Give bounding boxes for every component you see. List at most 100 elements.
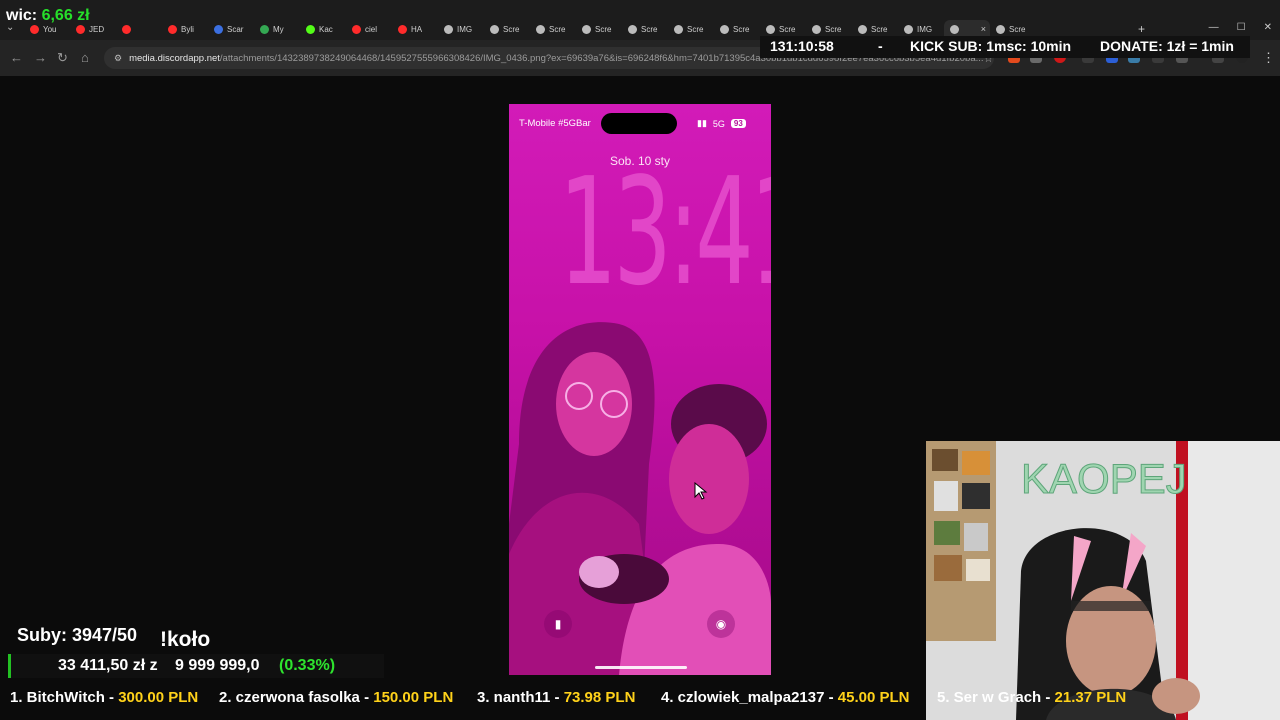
globe-icon xyxy=(444,24,453,34)
subathon-timer-bar: 131:10:58 - KICK SUB: 1msc: 10min DONATE… xyxy=(760,36,1250,58)
globe-icon xyxy=(812,24,821,34)
url-host: media.discordapp.net xyxy=(129,52,220,64)
browser-tab-label: Scre xyxy=(595,24,612,34)
browser-tab-label: Scre xyxy=(503,24,520,34)
close-tab-icon[interactable]: × xyxy=(981,24,986,34)
donor-name: 5. Ser w Grach - xyxy=(937,689,1055,706)
browser-tab-bar: ⌄ You JED Byli Scar My Kac ciel HA IMG Scre Scre Sc… xyxy=(0,0,1280,40)
subs-counter: Suby: 3947/50 xyxy=(17,625,138,645)
phone-lockscreen-image: T-Mobile #5GBar ▮▮ 5G 93 Sob. 10 sty 13:… xyxy=(509,104,771,675)
browser-tab-label: IMG xyxy=(917,24,933,34)
donor-amount: 73.98 PLN xyxy=(563,689,636,706)
globe-icon xyxy=(904,24,913,34)
donor-entry: 4. czlowiek_malpa2137 - 45.00 PLN xyxy=(661,689,909,706)
network-label: 5G xyxy=(712,118,725,129)
forward-icon[interactable]: → xyxy=(34,50,47,65)
globe-icon xyxy=(536,24,545,34)
home-icon[interactable]: ⌂ xyxy=(81,50,89,65)
home-indicator xyxy=(595,666,687,669)
top-donors-ticker: 1. BitchWitch - 300.00 PLN 2. czerwona f… xyxy=(0,688,1280,710)
globe-icon xyxy=(674,24,683,34)
globe-icon xyxy=(996,24,1005,34)
youtube-icon xyxy=(122,24,131,34)
svg-text:KAOPEJ: KAOPEJ xyxy=(1021,455,1187,502)
signal-icon: ▮▮ xyxy=(697,118,707,128)
lockscreen-clock: 13:41 xyxy=(558,146,771,318)
donor-amount: 300.00 PLN xyxy=(118,689,199,706)
donor-name: 3. nanth11 - xyxy=(477,689,564,706)
back-icon[interactable]: ← xyxy=(10,50,23,65)
donor-name: 4. czlowiek_malpa2137 - xyxy=(661,689,838,706)
shield-icon xyxy=(214,24,223,34)
battery-badge: 93 xyxy=(730,119,746,128)
globe-icon xyxy=(766,24,775,34)
flashlight-button[interactable]: ▮ xyxy=(544,610,572,638)
minimize-icon[interactable]: — xyxy=(1209,22,1219,33)
globe-icon xyxy=(720,24,729,34)
browser-tab[interactable]: My xyxy=(254,20,300,38)
maximize-icon[interactable]: ☐ xyxy=(1237,22,1246,33)
dynamic-island xyxy=(601,113,677,134)
browser-tab[interactable]: Scre xyxy=(576,20,622,38)
timer-separator: - xyxy=(878,38,883,54)
browser-tab[interactable]: Kac xyxy=(300,20,346,38)
browser-tab[interactable]: Byli xyxy=(162,20,208,38)
browser-tab[interactable]: HA xyxy=(392,20,438,38)
donor-name: 1. BitchWitch - xyxy=(10,689,119,706)
browser-tab-label: Scre xyxy=(687,24,704,34)
donor-entry: 5. Ser w Grach - 21.37 PLN xyxy=(937,689,1126,706)
globe-icon xyxy=(490,24,499,34)
browser-tab-label: Scre xyxy=(549,24,566,34)
browser-tab[interactable] xyxy=(116,20,162,38)
donor-entry: 1. BitchWitch - 300.00 PLN xyxy=(10,689,198,706)
browser-tab-label: Scre xyxy=(1009,24,1026,34)
browser-tab-label: Scre xyxy=(871,24,888,34)
browser-tab[interactable]: Scre xyxy=(530,20,576,38)
camera-button[interactable]: ◉ xyxy=(707,610,735,638)
donor-entry: 2. czerwona fasolka - 150.00 PLN xyxy=(219,689,453,706)
webcam-feed: KAOPEJ xyxy=(926,441,1280,720)
goal-percent: (0.33%) xyxy=(279,657,336,674)
wic-counter: wic: 6,66 zł xyxy=(6,7,90,25)
site-info-icon[interactable]: ⚙ xyxy=(114,53,122,64)
youtube-icon xyxy=(352,24,361,34)
browser-tab-label: Scre xyxy=(641,24,658,34)
browser-tab-label: IMG xyxy=(457,24,473,34)
reload-icon[interactable]: ↻ xyxy=(57,50,68,66)
browser-tab[interactable]: Scre xyxy=(622,20,668,38)
drive-icon xyxy=(260,24,269,34)
browser-tab-label: Byli xyxy=(181,24,194,34)
carrier-label: T-Mobile #5GBar xyxy=(519,118,591,129)
browser-tab[interactable]: Scar xyxy=(208,20,254,38)
donor-amount: 21.37 PLN xyxy=(1054,689,1127,706)
new-tab-button[interactable]: + xyxy=(1138,22,1145,36)
browser-tab-label: Scre xyxy=(779,24,796,34)
phone-status-icons: ▮▮ 5G 93 xyxy=(697,118,746,129)
goal-target: 9 999 999,0 xyxy=(175,657,260,674)
globe-icon xyxy=(582,24,591,34)
subathon-timer: 131:10:58 xyxy=(770,38,834,54)
browser-tab-label: ciel xyxy=(365,24,378,34)
browser-tab-label: Scre xyxy=(733,24,750,34)
browser-tab-label: You xyxy=(43,24,57,34)
wheel-command: !koło xyxy=(160,628,211,651)
browser-tab-label: JED xyxy=(89,24,105,34)
youtube-icon xyxy=(398,24,407,34)
browser-tab-label: My xyxy=(273,24,284,34)
kick-icon xyxy=(306,24,315,34)
wic-amount: 6,66 zł xyxy=(41,7,90,24)
browser-tab[interactable]: Scre xyxy=(668,20,714,38)
globe-icon xyxy=(858,24,867,34)
browser-tab[interactable]: Scre xyxy=(714,20,760,38)
browser-tab[interactable]: IMG xyxy=(438,20,484,38)
youtube-icon xyxy=(168,24,177,34)
donor-amount: 45.00 PLN xyxy=(837,689,910,706)
close-window-icon[interactable]: ✕ xyxy=(1264,22,1272,33)
donor-name: 2. czerwona fasolka - xyxy=(219,689,374,706)
kebab-menu-icon[interactable]: ⋮ xyxy=(1262,50,1275,66)
goal-current: 33 411,50 zł z xyxy=(58,657,158,674)
youtube-icon xyxy=(30,24,39,34)
browser-tab[interactable]: Scre xyxy=(484,20,530,38)
browser-tab[interactable]: ciel xyxy=(346,20,392,38)
donation-goal-bar: 33 411,50 zł z 9 999 999,0 (0.33%) xyxy=(8,654,384,678)
